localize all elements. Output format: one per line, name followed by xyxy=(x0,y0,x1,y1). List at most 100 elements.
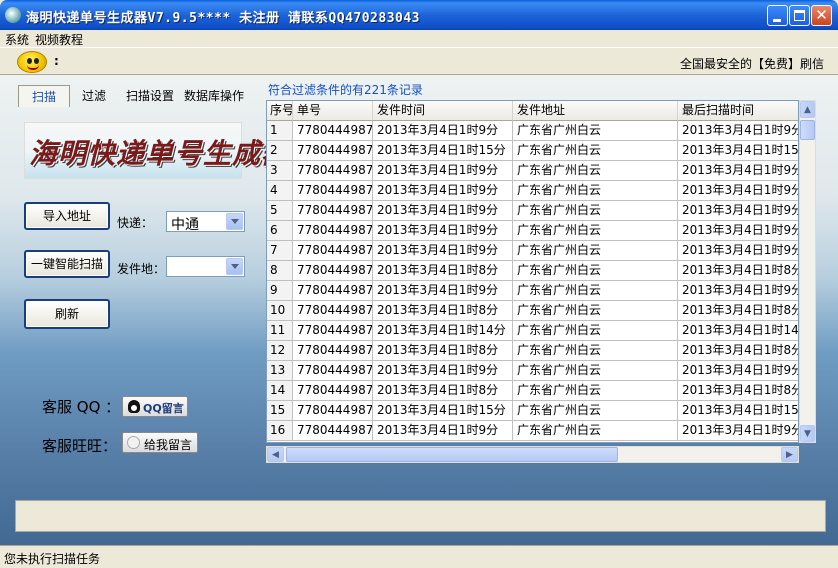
tab-filter[interactable]: 过滤 xyxy=(78,85,110,107)
chevron-right-icon: ▶ xyxy=(786,450,793,460)
wangwang-message-button[interactable]: 给我留言 xyxy=(122,432,198,453)
smiley-eye-right xyxy=(34,58,39,64)
cell-index: 14 xyxy=(267,381,293,401)
column-number[interactable]: 单号 xyxy=(293,101,373,121)
ticker-text: 全国最安全的【免费】刷信 xyxy=(679,57,824,71)
cell-send-time: 2013年3月4日1时9分 xyxy=(373,361,513,381)
table-row[interactable]: 107780444987502013年3月4日1时8分广东省广州白云2013年3… xyxy=(267,301,798,321)
courier-dropdown-button[interactable] xyxy=(226,213,243,230)
cell-number: 778044498752 xyxy=(293,341,373,361)
minimize-button[interactable] xyxy=(767,5,788,26)
table-row[interactable]: 87780444987492013年3月4日1时8分广东省广州白云2013年3月… xyxy=(267,261,798,281)
cell-send-address: 广东省广州白云 xyxy=(513,181,678,201)
records-count: 符合过滤条件的有221条记录 xyxy=(268,83,423,97)
table-row[interactable]: 57780444987442013年3月4日1时9分广东省广州白云2013年3月… xyxy=(267,201,798,221)
wangwang-service-label: 客服旺旺： xyxy=(42,437,118,455)
table-row[interactable]: 157780444987462013年3月4日1时15分广东省广州白云2013年… xyxy=(267,401,798,421)
column-last-scan[interactable]: 最后扫描时间 xyxy=(678,101,798,121)
courier-label: 快递： xyxy=(117,216,154,230)
maximize-button[interactable] xyxy=(789,5,810,26)
cell-send-address: 广东省广州白云 xyxy=(513,121,678,141)
cell-send-address: 广东省广州白云 xyxy=(513,281,678,301)
table-row[interactable]: 17780444987382013年3月4日1时9分广东省广州白云2013年3月… xyxy=(267,121,798,141)
title-bar[interactable]: 海明快递单号生成器V7.9.5**** 未注册 请联系QQ470283043 ✕ xyxy=(0,0,838,30)
table-row[interactable]: 167780444987542013年3月4日1时9分广东省广州白云2013年3… xyxy=(267,421,798,441)
table-body: 17780444987382013年3月4日1时9分广东省广州白云2013年3月… xyxy=(267,121,798,441)
cell-last-scan: 2013年3月4日1时8分 xyxy=(678,341,798,361)
cell-send-time: 2013年3月4日1时8分 xyxy=(373,341,513,361)
horizontal-scroll-thumb[interactable] xyxy=(286,447,618,462)
cell-send-address: 广东省广州白云 xyxy=(513,381,678,401)
courier-value: 中通 xyxy=(171,217,199,233)
maximize-icon xyxy=(794,10,805,21)
vertical-scroll-thumb[interactable] xyxy=(800,120,815,140)
cell-send-time: 2013年3月4日1时8分 xyxy=(373,261,513,281)
cell-index: 1 xyxy=(267,121,293,141)
cell-number: 778044498750 xyxy=(293,301,373,321)
table-row[interactable]: 127780444987522013年3月4日1时8分广东省广州白云2013年3… xyxy=(267,341,798,361)
menu-video-tutorial[interactable]: 视频教程 xyxy=(35,31,83,48)
cell-index: 12 xyxy=(267,341,293,361)
results-table[interactable]: 序号 单号 发件时间 发件地址 最后扫描时间 17780444987382013… xyxy=(266,100,799,443)
cell-number: 778044498740 xyxy=(293,141,373,161)
cell-number: 778044498753 xyxy=(293,381,373,401)
chevron-down-icon xyxy=(231,219,239,224)
cell-send-address: 广东省广州白云 xyxy=(513,421,678,441)
cell-number: 778044498741 xyxy=(293,161,373,181)
column-send-time[interactable]: 发件时间 xyxy=(373,101,513,121)
courier-select[interactable]: 中通 xyxy=(166,211,245,233)
scroll-up-button[interactable]: ▲ xyxy=(800,101,815,118)
status-text: 您未执行扫描任务 xyxy=(4,552,101,566)
table-row[interactable]: 117780444987472013年3月4日1时14分广东省广州白云2013年… xyxy=(267,321,798,341)
cell-last-scan: 2013年3月4日1时9分 xyxy=(678,121,798,141)
tab-scan[interactable]: 扫描 xyxy=(18,85,70,107)
horizontal-scrollbar[interactable]: ◀ ▶ xyxy=(266,446,799,463)
smart-scan-button[interactable]: 一键智能扫描 xyxy=(24,250,110,278)
penguin-icon xyxy=(128,400,140,413)
tab-database[interactable]: 数据库操作 xyxy=(182,85,246,107)
origin-label: 发件地： xyxy=(117,262,166,276)
cell-index: 15 xyxy=(267,401,293,421)
refresh-button[interactable]: 刷新 xyxy=(24,299,110,329)
cell-last-scan: 2013年3月4日1时15分 xyxy=(678,401,798,421)
origin-dropdown-button[interactable] xyxy=(226,258,243,275)
scroll-right-button[interactable]: ▶ xyxy=(781,447,798,462)
cell-send-address: 广东省广州白云 xyxy=(513,241,678,261)
cell-index: 10 xyxy=(267,301,293,321)
chevron-up-icon: ▲ xyxy=(804,105,811,115)
scroll-down-button[interactable]: ▼ xyxy=(800,425,815,442)
smiley-icon[interactable] xyxy=(17,51,47,73)
cell-send-time: 2013年3月4日1时9分 xyxy=(373,221,513,241)
cell-send-time: 2013年3月4日1时9分 xyxy=(373,281,513,301)
column-send-address[interactable]: 发件地址 xyxy=(513,101,678,121)
table-row[interactable]: 67780444987432013年3月4日1时9分广东省广州白云2013年3月… xyxy=(267,221,798,241)
cell-last-scan: 2013年3月4日1时9分 xyxy=(678,421,798,441)
qq-message-button[interactable]: QQ留言 xyxy=(122,396,188,417)
cell-send-address: 广东省广州白云 xyxy=(513,161,678,181)
column-index[interactable]: 序号 xyxy=(267,101,293,121)
table-row[interactable]: 37780444987412013年3月4日1时9分广东省广州白云2013年3月… xyxy=(267,161,798,181)
chevron-left-icon: ◀ xyxy=(272,450,279,460)
cell-send-address: 广东省广州白云 xyxy=(513,401,678,421)
window-title: 海明快递单号生成器V7.9.5**** 未注册 请联系QQ470283043 xyxy=(26,11,421,26)
tab-scan-settings[interactable]: 扫描设置 xyxy=(122,85,178,107)
table-row[interactable]: 97780444987512013年3月4日1时9分广东省广州白云2013年3月… xyxy=(267,281,798,301)
cell-index: 16 xyxy=(267,421,293,441)
vertical-scrollbar[interactable]: ▲ ▼ xyxy=(799,100,816,443)
table-row[interactable]: 147780444987532013年3月4日1时8分广东省广州白云2013年3… xyxy=(267,381,798,401)
table-header: 序号 单号 发件时间 发件地址 最后扫描时间 xyxy=(267,101,798,121)
cell-index: 9 xyxy=(267,281,293,301)
close-button[interactable]: ✕ xyxy=(811,5,832,26)
wangwang-icon xyxy=(127,436,140,449)
table-row[interactable]: 47780444987452013年3月4日1时9分广东省广州白云2013年3月… xyxy=(267,181,798,201)
origin-select[interactable] xyxy=(166,256,245,277)
scroll-left-button[interactable]: ◀ xyxy=(267,447,284,462)
import-address-button[interactable]: 导入地址 xyxy=(24,202,110,230)
table-row[interactable]: 137780444987422013年3月4日1时9分广东省广州白云2013年3… xyxy=(267,361,798,381)
cell-number: 778044498747 xyxy=(293,321,373,341)
minimize-icon xyxy=(773,19,781,22)
table-row[interactable]: 27780444987402013年3月4日1时15分广东省广州白云2013年3… xyxy=(267,141,798,161)
table-row[interactable]: 77780444987482013年3月4日1时9分广东省广州白云2013年3月… xyxy=(267,241,798,261)
toolbar-colon: : xyxy=(54,54,59,68)
menu-system[interactable]: 系统 xyxy=(5,31,29,48)
